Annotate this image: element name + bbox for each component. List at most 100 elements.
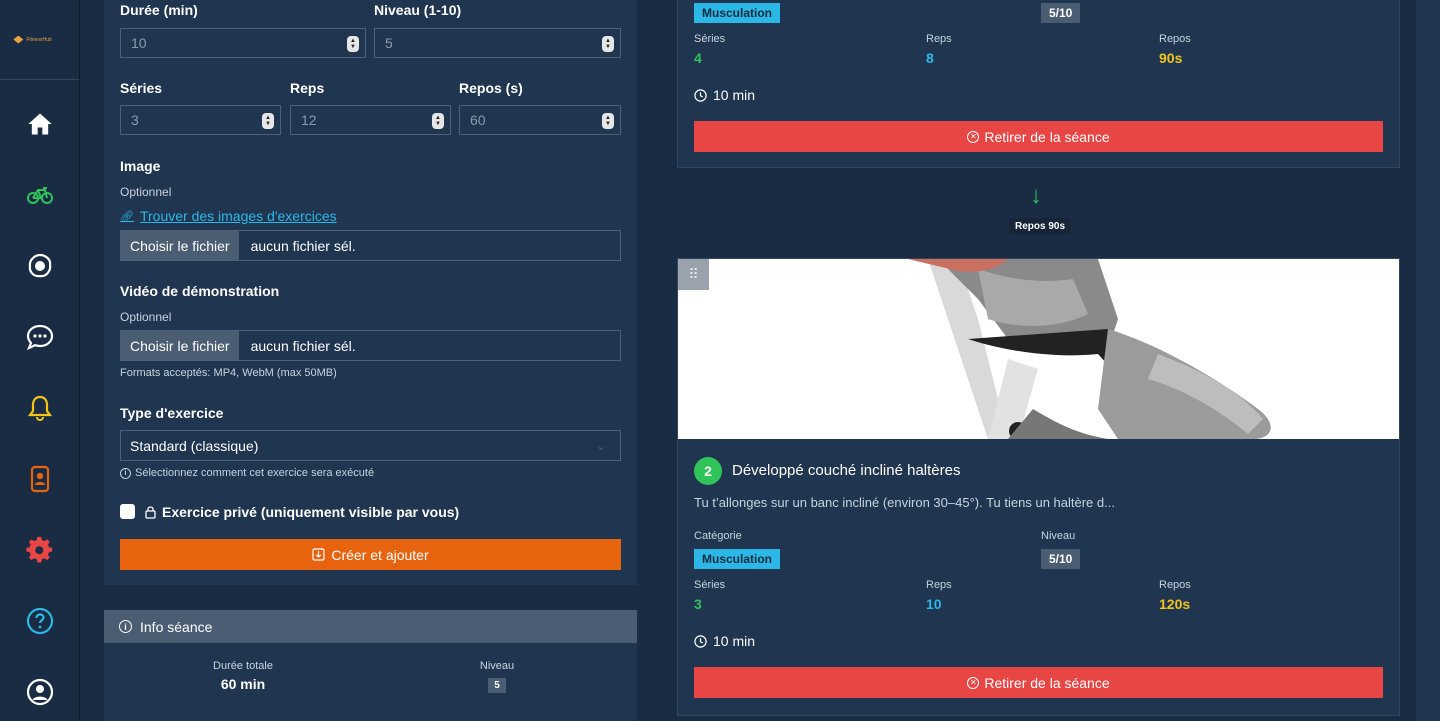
lock-icon <box>145 506 156 519</box>
exercise-2-title: Développé couché incliné haltères <box>732 462 961 479</box>
exercise-2-level-label: Niveau <box>1041 530 1076 542</box>
video-choose-file-button[interactable]: Choisir le fichier <box>121 331 239 360</box>
series-spinner-icon[interactable]: ▲ ▼ <box>262 113 274 129</box>
duration-value: 10 <box>131 35 147 51</box>
exercise-2-description: Tu t’allonges sur un banc incliné (envir… <box>694 495 1115 510</box>
exercise-2-category-badge: Musculation <box>694 549 781 569</box>
find-images-link[interactable]: 🔗︎ Trouver des images d'exercices <box>120 208 337 224</box>
exercise-2-image <box>678 259 1399 439</box>
rest-label: Repos (s) <box>459 80 523 96</box>
exercise-2-duration: 10 min <box>694 633 755 649</box>
session-info-panel: i Info séance Durée totale 60 min Niveau… <box>104 610 637 721</box>
exercise-1-rest-value: 90s <box>1159 50 1183 66</box>
image-label: Image <box>120 158 161 174</box>
exercise-1-series-value: 4 <box>694 50 702 66</box>
total-duration-stat: Durée totale 60 min <box>193 660 293 692</box>
video-optional: Optionnel <box>120 310 172 324</box>
rest-input[interactable]: 60 ▲ ▼ <box>459 105 621 135</box>
exercise-1-duration: 10 min <box>694 87 755 103</box>
user-circle-icon <box>26 678 54 706</box>
total-duration-value: 60 min <box>220 676 266 692</box>
series-input[interactable]: 3 ▲ ▼ <box>120 105 281 135</box>
exercise-2-category-label: Catégorie <box>694 530 742 542</box>
exercise-2-series-value: 3 <box>694 596 702 612</box>
phone-user-icon <box>30 465 50 493</box>
sidebar-item-home[interactable] <box>0 104 80 144</box>
exercise-2-series-label: Séries <box>694 579 726 591</box>
private-label-text: Exercice privé (uniquement visible par v… <box>162 504 460 520</box>
session-level-badge: 5 <box>488 678 506 693</box>
clock-icon <box>694 88 707 102</box>
type-label: Type d'exercice <box>120 405 224 421</box>
egg-icon <box>28 253 52 278</box>
exercise-1-rest-label: Repos <box>1159 33 1191 45</box>
exercise-2-reps-label: Reps <box>926 579 952 591</box>
type-hint: i Sélectionnez comment cet exercice sera… <box>120 467 374 479</box>
series-label: Séries <box>120 80 163 96</box>
duration-input[interactable]: 10 ▲ ▼ <box>120 28 366 58</box>
download-icon <box>312 548 325 561</box>
exercise-2-rest-label: Repos <box>1159 579 1191 591</box>
sidebar-item-settings[interactable] <box>0 530 80 570</box>
bicycle-icon <box>27 187 53 204</box>
level-value: 5 <box>385 35 393 51</box>
info-icon: i <box>120 467 131 479</box>
sidebar-item-profile-card[interactable] <box>0 459 80 499</box>
level-spinner-icon[interactable]: ▲ ▼ <box>602 36 614 52</box>
exercise-1-category-badge: Musculation <box>694 3 781 23</box>
exercise-2-remove-label: Retirer de la séance <box>984 674 1110 691</box>
video-file-name: aucun fichier sél. <box>250 337 356 354</box>
info-icon: i <box>119 620 132 633</box>
session-level-label: Niveau <box>479 660 515 672</box>
duration-spinner-icon[interactable]: ▲ ▼ <box>347 36 359 52</box>
exercise-2-remove-button[interactable]: ✕ Retirer de la séance <box>694 667 1383 698</box>
image-file-input[interactable]: Choisir le fichier aucun fichier sél. <box>120 230 621 261</box>
exercise-2-rest-value: 120s <box>1159 596 1191 612</box>
session-info-header: i Info séance <box>104 610 637 643</box>
private-label: Exercice privé (uniquement visible par v… <box>145 504 459 520</box>
incline-press-illustration <box>678 259 1399 439</box>
series-value: 3 <box>131 112 139 128</box>
reps-value: 12 <box>301 112 317 128</box>
sidebar-item-notifications[interactable] <box>0 388 80 428</box>
sidebar-item-help[interactable] <box>0 601 80 641</box>
reps-input[interactable]: 12 ▲ ▼ <box>290 105 451 135</box>
reps-label: Reps <box>290 80 325 96</box>
arrow-down-icon: ↓ <box>1030 182 1042 209</box>
exercise-type-select[interactable]: Standard (classique) ⌄ <box>120 430 621 461</box>
app-logo[interactable]: FitnessHub <box>13 35 52 44</box>
level-input[interactable]: 5 ▲ ▼ <box>374 28 621 58</box>
exercise-1-remove-button[interactable]: ✕ Retirer de la séance <box>694 121 1383 152</box>
link-icon: 🔗︎ <box>120 210 134 223</box>
logo-area: FitnessHub <box>0 0 79 80</box>
video-file-input[interactable]: Choisir le fichier aucun fichier sél. <box>120 330 621 361</box>
remove-x-icon: ✕ <box>967 676 980 689</box>
bell-icon <box>27 395 53 422</box>
reps-spinner-icon[interactable]: ▲ ▼ <box>432 113 444 129</box>
sidebar-item-nutrition[interactable] <box>0 246 80 286</box>
rest-value: 60 <box>470 112 486 128</box>
private-checkbox[interactable] <box>120 504 135 519</box>
level-label: Niveau (1-10) <box>374 2 462 18</box>
exercise-1-reps-value: 8 <box>926 50 934 66</box>
total-duration-label: Durée totale <box>213 660 273 672</box>
create-and-add-button[interactable]: Créer et ajouter <box>120 539 621 570</box>
sidebar-item-messages[interactable] <box>0 317 80 357</box>
type-value: Standard (classique) <box>130 437 259 454</box>
question-icon <box>26 607 54 635</box>
exercise-2-number-badge: 2 <box>694 457 722 485</box>
exercise-2-reps-value: 10 <box>926 596 942 612</box>
sidebar-item-account[interactable] <box>0 672 80 712</box>
logo-mark-icon <box>13 35 24 44</box>
exercise-1-duration-text: 10 min <box>713 87 756 103</box>
drag-handle-icon[interactable]: ⠿ <box>678 259 709 290</box>
rest-between-badge: Repos 90s <box>1009 218 1072 235</box>
home-icon <box>28 113 52 135</box>
image-choose-file-button[interactable]: Choisir le fichier <box>121 231 239 260</box>
sidebar-item-workouts[interactable] <box>0 175 80 215</box>
exercise-2-duration-text: 10 min <box>713 633 756 649</box>
logo-text: FitnessHub <box>26 36 52 43</box>
clock-icon <box>694 634 707 648</box>
rest-spinner-icon[interactable]: ▲ ▼ <box>602 113 614 129</box>
sidebar: FitnessHub <box>0 0 80 721</box>
